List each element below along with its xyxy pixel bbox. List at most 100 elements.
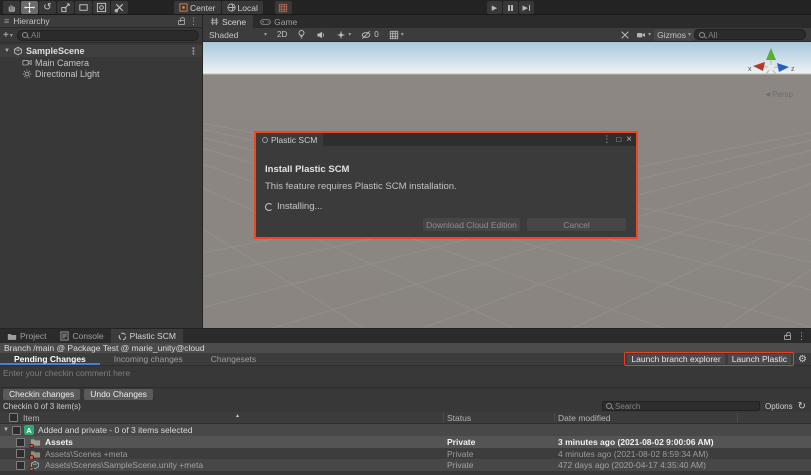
scene-tools-button[interactable]	[617, 29, 633, 41]
launch-branch-explorer-button[interactable]: Launch branch explorer	[627, 354, 724, 364]
hierarchy-search[interactable]	[17, 30, 199, 41]
audio-toggle-button[interactable]	[313, 29, 329, 41]
row-status: Private	[447, 460, 473, 470]
dialog-titlebar[interactable]: Plastic SCM ⋮ □ ×	[256, 133, 636, 146]
gear-icon[interactable]: ⚙	[798, 354, 807, 365]
tab-incoming-changes[interactable]: Incoming changes	[100, 353, 197, 365]
branch-info-label: Branch /main @ Package Test @ marie_unit…	[4, 343, 205, 353]
light-object-icon	[22, 69, 32, 79]
hand-tool-button[interactable]	[3, 1, 20, 14]
shading-mode-dropdown[interactable]: Shaded ▾	[206, 29, 270, 41]
tab-scene[interactable]: Scene	[203, 15, 253, 28]
row-checkbox[interactable]	[16, 449, 25, 458]
dropdown-icon: ▾	[648, 31, 651, 38]
effects-dropdown[interactable]: ▾	[333, 29, 354, 41]
rotate-tool-button[interactable]: ↺	[39, 1, 56, 14]
checkin-changes-button[interactable]: Checkin changes	[3, 389, 80, 400]
pivot-center-button[interactable]: Center	[174, 1, 221, 14]
group-expand-icon[interactable]: ▼	[3, 427, 9, 433]
effects-star-icon	[336, 30, 346, 40]
grid-visibility-dropdown[interactable]: ▾	[386, 29, 407, 41]
hierarchy-item-directional-light[interactable]: Directional Light	[0, 68, 202, 79]
pivot-rotation-button[interactable]: Local	[222, 1, 263, 14]
changes-table-header: Item ▲ Status Date modified	[0, 412, 811, 424]
persp-control[interactable]: ◀ Persp	[765, 90, 793, 99]
scene-search[interactable]	[694, 29, 806, 40]
move-icon	[24, 2, 35, 13]
pause-button[interactable]	[503, 1, 518, 14]
download-cloud-edition-button[interactable]: Download Cloud Edition	[423, 218, 520, 231]
lighting-toggle-button[interactable]	[294, 29, 309, 41]
tab-game[interactable]: Game	[253, 15, 304, 28]
maximize-icon[interactable]: □	[616, 135, 621, 144]
plastic-mode-tabs: Pending Changes Incoming changes Changes…	[0, 353, 811, 366]
dropdown-icon: ▾	[348, 31, 351, 38]
gizmos-label: Gizmos	[657, 30, 686, 40]
hierarchy-search-input[interactable]	[31, 30, 194, 40]
gizmos-dropdown[interactable]: Gizmos ▾	[654, 29, 694, 41]
table-row[interactable]: Assets\Scenes +meta Private 4 minutes ag…	[0, 448, 811, 459]
persp-label: Persp	[772, 90, 793, 99]
hierarchy-title: Hierarchy	[13, 16, 49, 26]
scene-camera-dropdown[interactable]: ▾	[633, 29, 654, 41]
column-separator[interactable]	[443, 413, 444, 422]
column-date[interactable]: Date modified	[558, 413, 610, 423]
tab-changesets[interactable]: Changesets	[197, 353, 270, 365]
close-icon[interactable]: ×	[626, 134, 632, 145]
lock-icon[interactable]	[784, 335, 791, 340]
launch-plastic-button[interactable]: Launch Plastic	[728, 354, 791, 364]
scene-options-icon[interactable]: ⋮	[189, 47, 198, 56]
step-button[interactable]: ▶	[519, 1, 534, 14]
checkin-comment-input[interactable]	[0, 366, 811, 387]
column-separator[interactable]	[554, 413, 555, 422]
cancel-button[interactable]: Cancel	[527, 218, 626, 231]
table-row[interactable]: Assets\Scenes\SampleScene.unity +meta Pr…	[0, 459, 811, 471]
row-checkbox[interactable]	[16, 461, 25, 470]
2d-toggle-button[interactable]: 2D	[274, 29, 290, 41]
column-separator[interactable]	[737, 413, 738, 422]
panel-menu-icon[interactable]: ⋮	[797, 332, 806, 341]
hierarchy-menu-icon[interactable]: ⋮	[189, 17, 198, 26]
lock-icon[interactable]	[178, 20, 185, 25]
custom-tools-button[interactable]	[111, 1, 128, 14]
rect-tool-button[interactable]	[75, 1, 92, 14]
tab-console[interactable]: Console	[53, 329, 110, 343]
select-all-checkbox[interactable]	[9, 413, 18, 422]
dialog-buttons: Download Cloud Edition Cancel	[423, 218, 626, 231]
play-button[interactable]: ▶	[487, 1, 502, 14]
move-tool-button[interactable]	[21, 1, 38, 14]
transform-tool-button[interactable]	[93, 1, 110, 14]
column-item[interactable]: Item	[23, 413, 40, 423]
tab-plastic-scm[interactable]: Plastic SCM	[111, 329, 183, 343]
grid-snapping-button[interactable]	[275, 1, 292, 14]
row-checkbox[interactable]	[16, 438, 25, 447]
dialog-menu-icon[interactable]: ⋮	[602, 135, 611, 144]
pivot-rotation-label: Local	[238, 3, 258, 13]
create-object-button[interactable]: + ▾	[3, 30, 13, 41]
hierarchy-item-main-camera[interactable]: Main Camera	[0, 57, 202, 68]
bottom-tabbar-right: ⋮	[784, 329, 811, 343]
tab-pending-changes[interactable]: Pending Changes	[0, 353, 100, 365]
scene-search-input[interactable]	[708, 30, 801, 40]
hidden-objects-button[interactable]: 0	[358, 29, 381, 41]
grid-snap-icon	[278, 3, 288, 13]
pivot-group: Center Local	[173, 0, 263, 14]
group-checkbox[interactable]	[12, 426, 21, 435]
axis-z-label: z	[791, 66, 795, 73]
refresh-icon[interactable]: ↻	[798, 401, 806, 412]
search-icon	[22, 32, 28, 38]
axis-gizmo[interactable]: x z	[745, 46, 797, 90]
options-button[interactable]: Options	[765, 402, 793, 411]
tab-project[interactable]: Project	[0, 329, 53, 343]
group-row-added-private[interactable]: ▼ A Added and private - 0 of 3 items sel…	[0, 424, 811, 436]
scale-tool-button[interactable]	[57, 1, 74, 14]
undo-changes-button[interactable]: Undo Changes	[84, 389, 153, 400]
expand-icon[interactable]: ▼	[4, 48, 10, 54]
scene-tree-row[interactable]: ▼ SampleScene ⋮	[0, 45, 202, 57]
column-status[interactable]: Status	[447, 413, 471, 423]
table-row[interactable]: Assets Private 3 minutes ago (2021-08-02…	[0, 436, 811, 448]
dialog-tab[interactable]: Plastic SCM	[256, 133, 323, 146]
dialog-body: Install Plastic SCM This feature require…	[256, 146, 636, 237]
pending-changes-search[interactable]	[602, 401, 760, 411]
pending-search-input[interactable]	[615, 402, 756, 411]
